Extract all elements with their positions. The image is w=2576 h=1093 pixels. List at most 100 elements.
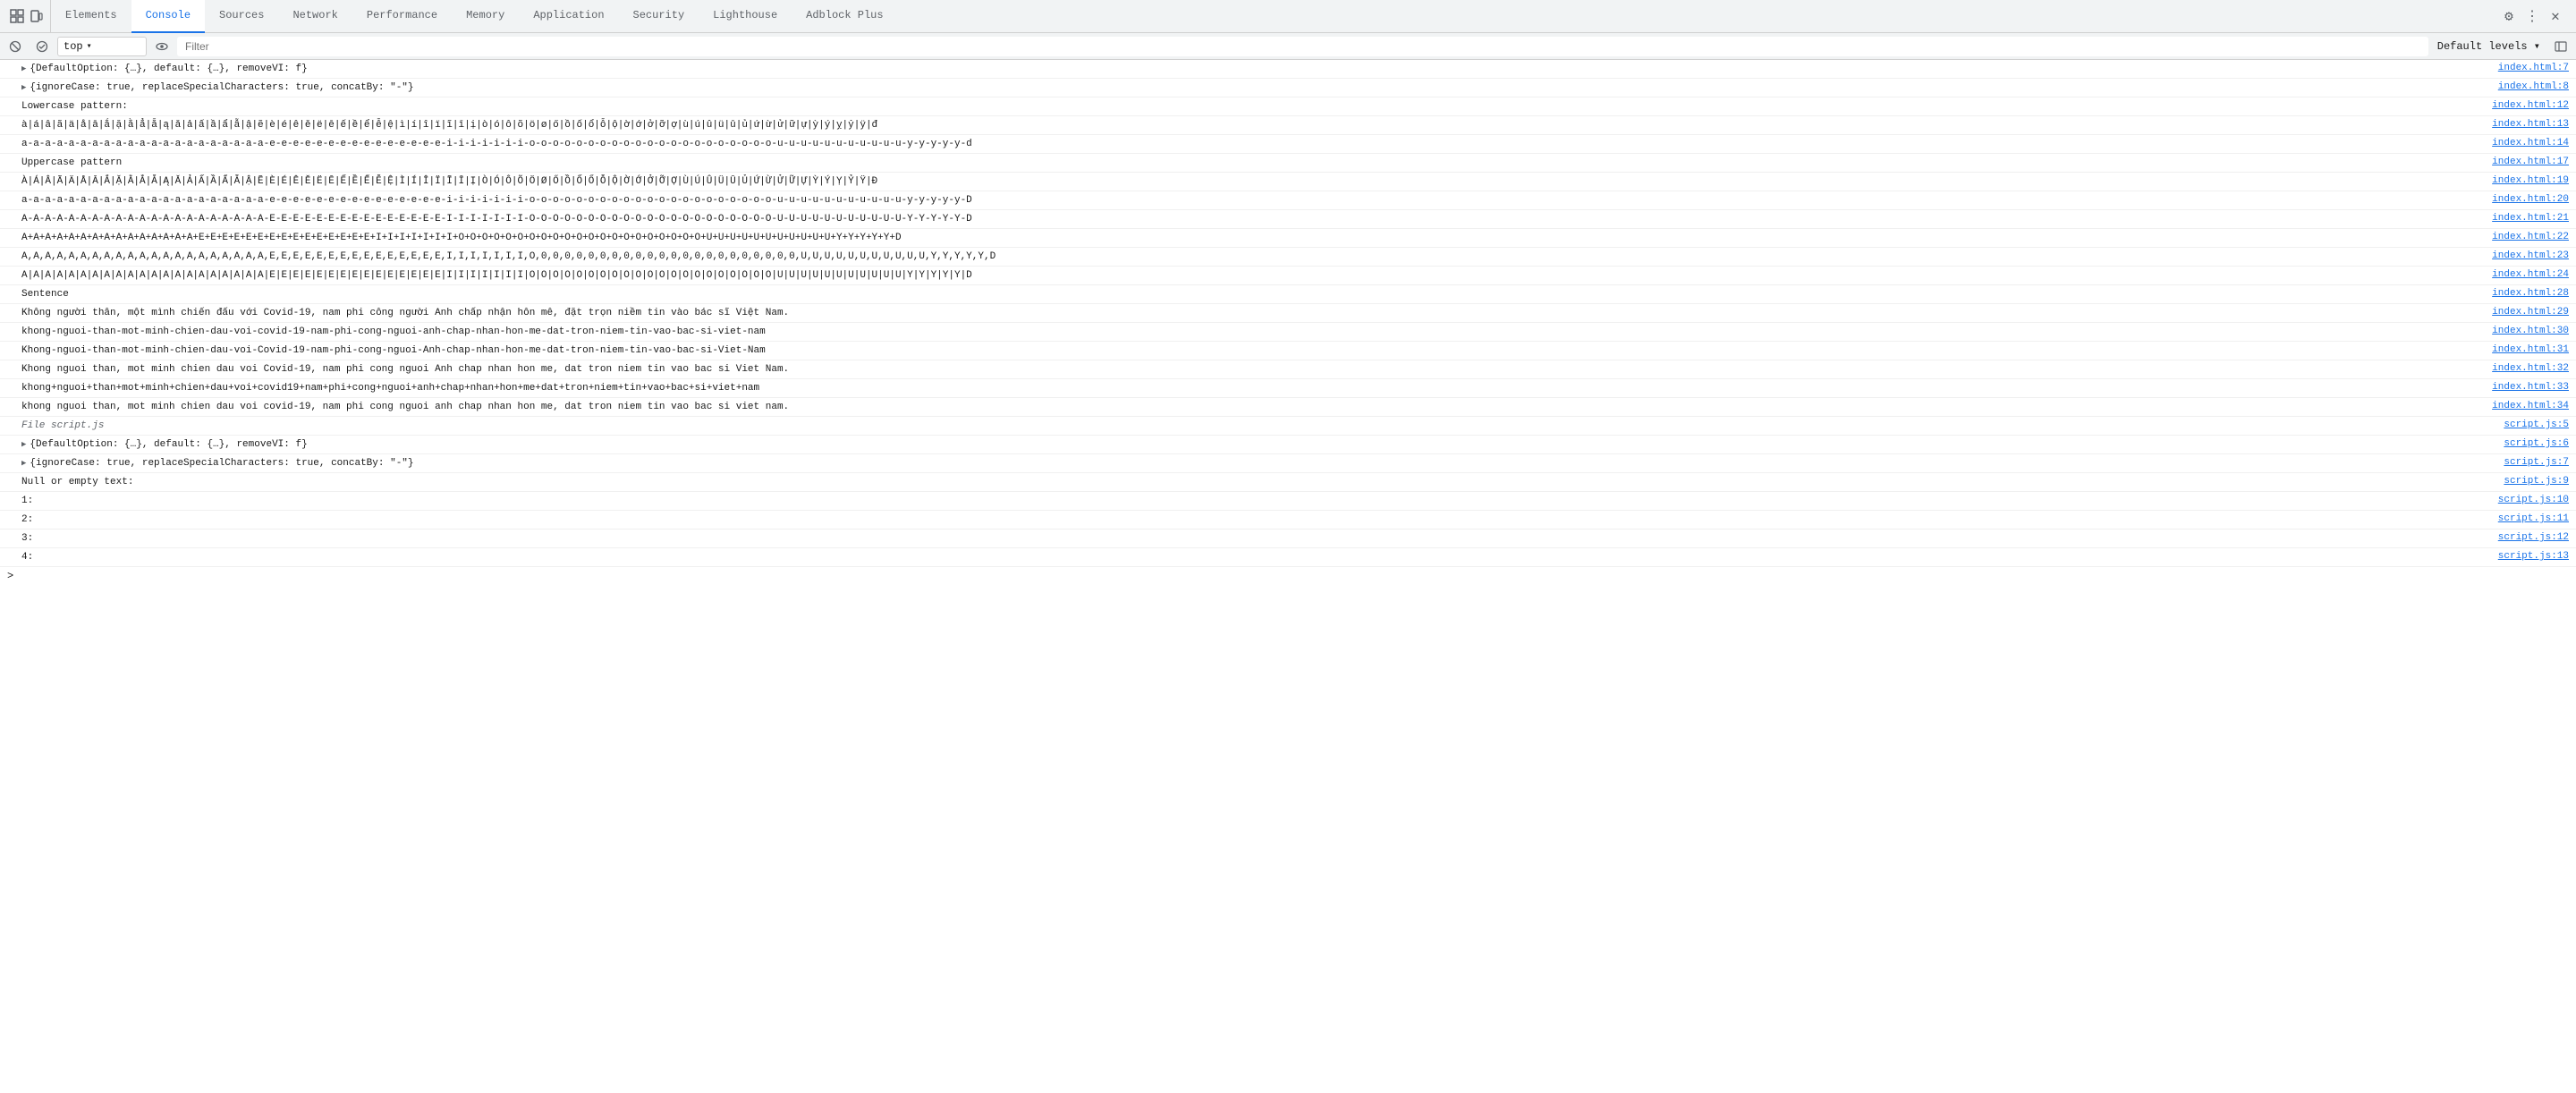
line-gutter bbox=[0, 230, 18, 231]
line-content: {DefaultOption: {…}, default: {…}, remov… bbox=[18, 436, 2500, 453]
console-line: khong nguoi than, mot minh chien dau voi… bbox=[0, 398, 2576, 417]
line-gutter bbox=[0, 493, 18, 494]
line-gutter bbox=[0, 380, 18, 381]
line-content: khong nguoi than, mot minh chien dau voi… bbox=[18, 399, 2488, 415]
eye-icon[interactable] bbox=[150, 35, 174, 58]
line-source-link[interactable]: index.html:24 bbox=[2488, 267, 2576, 281]
line-gutter bbox=[0, 418, 18, 419]
line-source-link[interactable]: index.html:31 bbox=[2488, 343, 2576, 356]
console-line: {ignoreCase: true, replaceSpecialCharact… bbox=[0, 454, 2576, 473]
line-source-link[interactable]: script.js:11 bbox=[2495, 512, 2576, 525]
line-source-link[interactable]: index.html:20 bbox=[2488, 192, 2576, 206]
tab-memory[interactable]: Memory bbox=[452, 0, 519, 33]
line-gutter bbox=[0, 286, 18, 287]
console-line: khong+nguoi+than+mot+minh+chien+dau+voi+… bbox=[0, 379, 2576, 398]
line-source-link[interactable]: index.html:33 bbox=[2488, 380, 2576, 394]
line-source-link[interactable]: index.html:8 bbox=[2495, 80, 2576, 93]
line-source-link[interactable]: index.html:13 bbox=[2488, 117, 2576, 131]
line-content: A,A,A,A,A,A,A,A,A,A,A,A,A,A,A,A,A,A,A,A,… bbox=[18, 249, 2488, 265]
line-content: Sentence bbox=[18, 286, 2488, 302]
context-selector[interactable]: top ▾ bbox=[57, 37, 147, 56]
line-content: Lowercase pattern: bbox=[18, 98, 2488, 114]
line-source-link[interactable]: script.js:5 bbox=[2500, 418, 2576, 431]
inspect-icon[interactable] bbox=[9, 8, 25, 24]
log-levels-selector[interactable]: Default levels ▾ bbox=[2432, 37, 2546, 56]
line-source-link[interactable]: index.html:19 bbox=[2488, 174, 2576, 187]
preserve-log-button[interactable] bbox=[30, 35, 54, 58]
console-output: {DefaultOption: {…}, default: {…}, remov… bbox=[0, 60, 2576, 1090]
tab-sources[interactable]: Sources bbox=[205, 0, 278, 33]
line-content: a-a-a-a-a-a-a-a-a-a-a-a-a-a-a-a-a-a-a-a-… bbox=[18, 192, 2488, 208]
line-gutter bbox=[0, 399, 18, 400]
line-gutter bbox=[0, 61, 18, 62]
device-icon[interactable] bbox=[29, 8, 45, 24]
tab-network[interactable]: Network bbox=[278, 0, 352, 33]
tab-elements[interactable]: Elements bbox=[51, 0, 131, 33]
tab-security[interactable]: Security bbox=[619, 0, 699, 33]
tab-application[interactable]: Application bbox=[519, 0, 618, 33]
tab-adblock[interactable]: Adblock Plus bbox=[792, 0, 897, 33]
line-source-link[interactable]: script.js:12 bbox=[2495, 530, 2576, 544]
console-input-line[interactable]: > bbox=[0, 567, 2576, 585]
line-source-link[interactable]: index.html:7 bbox=[2495, 61, 2576, 74]
line-source-link[interactable]: index.html:28 bbox=[2488, 286, 2576, 300]
line-source-link[interactable]: index.html:21 bbox=[2488, 211, 2576, 225]
console-line: {ignoreCase: true, replaceSpecialCharact… bbox=[0, 79, 2576, 97]
console-line: a-a-a-a-a-a-a-a-a-a-a-a-a-a-a-a-a-a-a-a-… bbox=[0, 135, 2576, 154]
more-icon[interactable]: ⋮ bbox=[2522, 6, 2542, 26]
clear-console-button[interactable] bbox=[4, 35, 27, 58]
tab-bar: Elements Console Sources Network Perform… bbox=[0, 0, 2576, 33]
console-line: Null or empty text:script.js:9 bbox=[0, 473, 2576, 492]
line-gutter bbox=[0, 267, 18, 268]
line-gutter bbox=[0, 324, 18, 325]
line-content: File script.js bbox=[18, 418, 2500, 434]
tab-bar-right: ⚙ ⋮ ✕ bbox=[2492, 6, 2572, 26]
filter-input[interactable] bbox=[177, 37, 2428, 56]
line-gutter bbox=[0, 305, 18, 306]
console-line: Khong-nguoi-than-mot-minh-chien-dau-voi-… bbox=[0, 342, 2576, 360]
line-source-link[interactable]: index.html:32 bbox=[2488, 361, 2576, 375]
line-content: A|A|A|A|A|A|A|A|A|A|A|A|A|A|A|A|A|A|A|A|… bbox=[18, 267, 2488, 284]
console-line: A+A+A+A+A+A+A+A+A+A+A+A+A+A+A+E+E+E+E+E+… bbox=[0, 229, 2576, 248]
line-source-link[interactable]: script.js:13 bbox=[2495, 549, 2576, 563]
line-gutter bbox=[0, 361, 18, 362]
line-source-link[interactable]: index.html:12 bbox=[2488, 98, 2576, 112]
console-line: à|á|â|ã|ä|å|ā|ắ|ặ|ằ|ẳ|ẵ|ą|ǎ|ả|ấ|ầ|ẩ|ẫ|ậ|… bbox=[0, 116, 2576, 135]
tab-lighthouse[interactable]: Lighthouse bbox=[699, 0, 792, 33]
line-source-link[interactable]: index.html:14 bbox=[2488, 136, 2576, 149]
line-source-link[interactable]: index.html:17 bbox=[2488, 155, 2576, 168]
line-content: a-a-a-a-a-a-a-a-a-a-a-a-a-a-a-a-a-a-a-a-… bbox=[18, 136, 2488, 152]
line-content: Không người thân, một mình chiến đấu với… bbox=[18, 305, 2488, 321]
console-repl-input[interactable] bbox=[17, 571, 2576, 581]
line-content: {ignoreCase: true, replaceSpecialCharact… bbox=[18, 80, 2495, 96]
line-source-link[interactable]: index.html:29 bbox=[2488, 305, 2576, 318]
close-icon[interactable]: ✕ bbox=[2546, 6, 2565, 26]
line-source-link[interactable]: index.html:34 bbox=[2488, 399, 2576, 412]
sidebar-toggle-icon[interactable] bbox=[2549, 35, 2572, 58]
line-gutter bbox=[0, 530, 18, 531]
tab-performance[interactable]: Performance bbox=[352, 0, 452, 33]
line-source-link[interactable]: script.js:10 bbox=[2495, 493, 2576, 506]
settings-icon[interactable]: ⚙ bbox=[2499, 6, 2519, 26]
console-line: {DefaultOption: {…}, default: {…}, remov… bbox=[0, 436, 2576, 454]
line-gutter bbox=[0, 436, 18, 437]
line-source-link[interactable]: script.js:6 bbox=[2500, 436, 2576, 450]
console-line: khong-nguoi-than-mot-minh-chien-dau-voi-… bbox=[0, 323, 2576, 342]
tab-console[interactable]: Console bbox=[131, 0, 205, 33]
line-source-link[interactable]: script.js:7 bbox=[2500, 455, 2576, 469]
line-content: {ignoreCase: true, replaceSpecialCharact… bbox=[18, 455, 2500, 471]
line-source-link[interactable]: script.js:9 bbox=[2500, 474, 2576, 487]
console-line: {DefaultOption: {…}, default: {…}, remov… bbox=[0, 60, 2576, 79]
line-content: Khong-nguoi-than-mot-minh-chien-dau-voi-… bbox=[18, 343, 2488, 359]
line-content: 1: bbox=[18, 493, 2495, 509]
line-gutter bbox=[0, 211, 18, 212]
line-content: 3: bbox=[18, 530, 2495, 546]
console-line: a-a-a-a-a-a-a-a-a-a-a-a-a-a-a-a-a-a-a-a-… bbox=[0, 191, 2576, 210]
line-source-link[interactable]: index.html:22 bbox=[2488, 230, 2576, 243]
line-content: khong+nguoi+than+mot+minh+chien+dau+voi+… bbox=[18, 380, 2488, 396]
line-source-link[interactable]: index.html:30 bbox=[2488, 324, 2576, 337]
console-line: Lowercase pattern:index.html:12 bbox=[0, 97, 2576, 116]
line-source-link[interactable]: index.html:23 bbox=[2488, 249, 2576, 262]
line-content: À|Á|Â|Ã|Ä|Å|Ā|Ắ|Ặ|Ằ|Ẳ|Ẵ|Ą|Ǎ|Ả|Ấ|Ầ|Ẩ|Ẫ|Ậ|… bbox=[18, 174, 2488, 190]
line-content: Null or empty text: bbox=[18, 474, 2500, 490]
